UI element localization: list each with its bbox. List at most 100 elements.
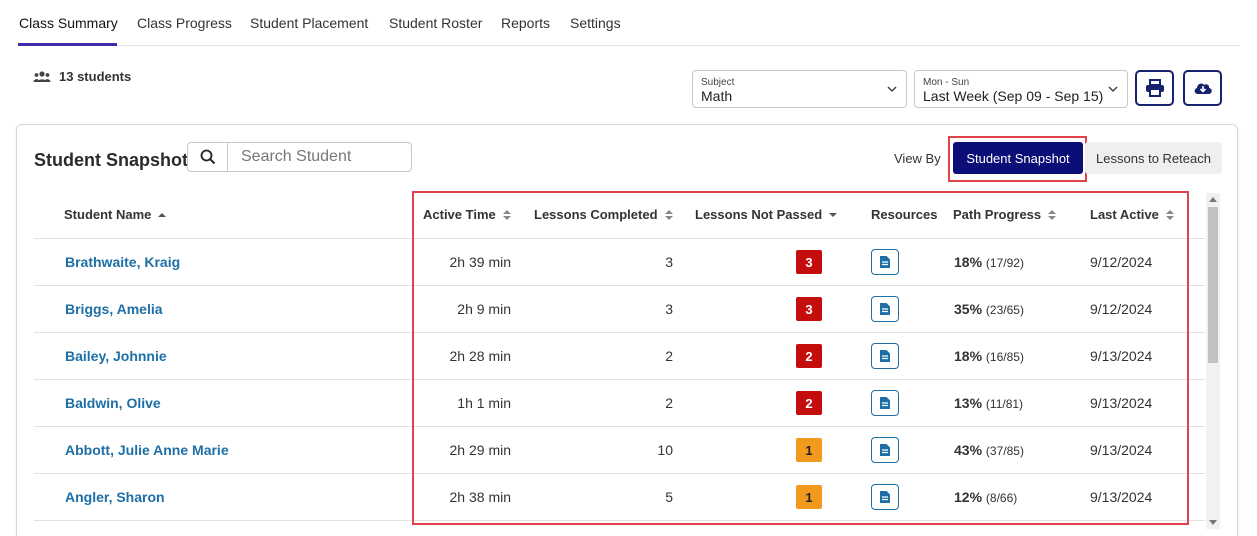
sort-descending-icon (829, 212, 838, 217)
lessons-not-passed-badge: 1 (796, 485, 822, 509)
lessons-completed: 3 (665, 301, 673, 317)
col-label: Path Progress (953, 207, 1042, 222)
top-tab-bar: Class Summary Class Progress Student Pla… (18, 0, 1240, 46)
col-label: Student Name (64, 207, 152, 222)
path-progress-fraction: (8/66) (985, 491, 1018, 505)
scroll-thumb[interactable] (1208, 207, 1218, 363)
date-range-select-label: Mon - Sun (923, 77, 970, 88)
tab-student-roster[interactable]: Student Roster (389, 15, 482, 31)
document-icon (880, 397, 890, 409)
student-name-link[interactable]: Brathwaite, Kraig (65, 254, 180, 270)
date-range-select-value: Last Week (Sep 09 - Sep 15) (923, 88, 1104, 104)
download-button[interactable] (1183, 70, 1222, 106)
student-name-link[interactable]: Baldwin, Olive (65, 395, 161, 411)
document-icon (880, 491, 890, 503)
path-progress-fraction: (37/85) (985, 444, 1024, 458)
student-count: 13 students (33, 69, 131, 84)
sort-icon (664, 209, 673, 220)
col-label: Active Time (423, 207, 496, 222)
card-title: Student Snapshot (34, 150, 188, 170)
path-progress: 13% (11/81) (954, 395, 1023, 411)
table-scrollbar[interactable] (1206, 193, 1220, 529)
document-icon (880, 256, 890, 268)
view-student-snapshot-button[interactable]: Student Snapshot (953, 142, 1083, 174)
path-progress-fraction: (23/65) (985, 303, 1024, 317)
tab-class-summary[interactable]: Class Summary (19, 15, 118, 31)
path-progress-percent: 12% (954, 489, 983, 505)
subject-select[interactable]: Subject Math (692, 70, 907, 108)
document-icon (880, 350, 890, 362)
student-count-label: 13 students (59, 69, 132, 84)
search-input[interactable] (229, 143, 409, 171)
last-active: 9/13/2024 (1090, 395, 1153, 411)
lessons-not-passed-badge: 3 (796, 297, 822, 321)
table-row: Bailey, Johnnie 2h 28 min 2 2 18% (16/85… (34, 333, 1205, 380)
col-label: Resources (871, 207, 938, 222)
sort-icon (1165, 209, 1174, 220)
lessons-completed: 3 (665, 254, 673, 270)
table-row: Briggs, Amelia 2h 9 min 3 3 35% (23/65) … (34, 286, 1205, 333)
path-progress-fraction: (16/85) (985, 350, 1024, 364)
lessons-not-passed-badge: 3 (796, 250, 822, 274)
active-time: 2h 29 min (449, 442, 511, 458)
lessons-completed: 10 (657, 442, 673, 458)
student-name-link[interactable]: Briggs, Amelia (65, 301, 163, 317)
resources-button[interactable] (871, 484, 899, 510)
path-progress: 18% (16/85) (954, 348, 1024, 364)
lessons-not-passed-badge: 2 (796, 344, 822, 368)
resources-button[interactable] (871, 249, 899, 275)
tab-student-placement[interactable]: Student Placement (250, 15, 368, 31)
resources-button[interactable] (871, 437, 899, 463)
subject-select-value: Math (701, 88, 733, 104)
view-lessons-to-reteach-button[interactable]: Lessons to Reteach (1085, 142, 1222, 174)
last-active: 9/13/2024 (1090, 442, 1153, 458)
col-student-name[interactable]: Student Name (64, 207, 167, 222)
resources-button[interactable] (871, 296, 899, 322)
path-progress-fraction: (11/81) (985, 397, 1024, 411)
document-icon (880, 444, 890, 456)
path-progress-percent: 43% (954, 442, 983, 458)
search-button[interactable] (188, 143, 228, 171)
table-header: Student Name Active Time Lessons Complet… (34, 191, 1205, 239)
last-active: 9/13/2024 (1090, 348, 1153, 364)
resources-button[interactable] (871, 390, 899, 416)
path-progress: 43% (37/85) (954, 442, 1024, 458)
subject-select-label: Subject (701, 77, 735, 88)
path-progress: 12% (8/66) (954, 489, 1017, 505)
path-progress-percent: 18% (954, 348, 983, 364)
student-search (187, 142, 412, 172)
table-row: Baldwin, Olive 1h 1 min 2 2 13% (11/81) … (34, 380, 1205, 427)
date-range-select[interactable]: Mon - Sun Last Week (Sep 09 - Sep 15) (914, 70, 1128, 108)
lessons-completed: 2 (665, 348, 673, 364)
scroll-down-arrow-icon[interactable] (1209, 520, 1217, 525)
last-active: 9/13/2024 (1090, 489, 1153, 505)
col-resources: Resources (871, 207, 937, 222)
student-name-link[interactable]: Angler, Sharon (65, 489, 165, 505)
col-last-active[interactable]: Last Active (1090, 207, 1175, 222)
sort-ascending-icon (158, 212, 167, 217)
resources-button[interactable] (871, 343, 899, 369)
active-time: 2h 28 min (449, 348, 511, 364)
print-button[interactable] (1135, 70, 1174, 106)
student-name-link[interactable]: Bailey, Johnnie (65, 348, 167, 364)
print-icon (1145, 79, 1164, 97)
lessons-not-passed-badge: 2 (796, 391, 822, 415)
col-lessons-completed[interactable]: Lessons Completed (534, 207, 674, 222)
student-name-link[interactable]: Abbott, Julie Anne Marie (65, 442, 229, 458)
tab-class-progress[interactable]: Class Progress (137, 15, 232, 31)
active-time: 2h 9 min (457, 301, 511, 317)
last-active: 9/12/2024 (1090, 301, 1153, 317)
tab-reports[interactable]: Reports (501, 15, 550, 31)
col-active-time[interactable]: Active Time (423, 207, 512, 222)
chevron-down-icon (1108, 86, 1118, 93)
scroll-up-arrow-icon[interactable] (1209, 197, 1217, 202)
col-lessons-not-passed[interactable]: Lessons Not Passed (695, 207, 838, 222)
tab-settings[interactable]: Settings (570, 15, 621, 31)
path-progress: 35% (23/65) (954, 301, 1024, 317)
student-snapshot-card: Student Snapshot View By Student Snapsho… (16, 124, 1238, 536)
lessons-completed: 2 (665, 395, 673, 411)
active-tab-indicator (18, 43, 117, 46)
col-path-progress[interactable]: Path Progress (953, 207, 1057, 222)
active-time: 1h 1 min (457, 395, 511, 411)
document-icon (880, 303, 890, 315)
